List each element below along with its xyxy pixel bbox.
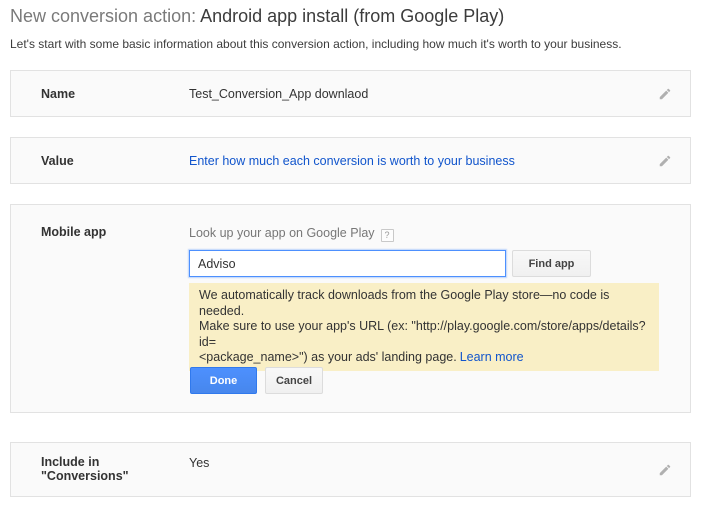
done-button[interactable]: Done xyxy=(190,367,257,394)
cancel-button[interactable]: Cancel xyxy=(265,367,323,394)
name-label: Name xyxy=(41,87,75,101)
edit-pencil-icon[interactable] xyxy=(658,87,672,101)
app-search-input[interactable] xyxy=(189,250,506,277)
value-section: Value Enter how much each conversion is … xyxy=(10,137,691,184)
page-title-prefix: New conversion action: xyxy=(10,6,200,26)
edit-pencil-icon[interactable] xyxy=(658,463,672,477)
name-section: Name Test_Conversion_App downlaod xyxy=(10,70,691,117)
mobile-app-section: Mobile app Look up your app on Google Pl… xyxy=(10,204,691,413)
value-enter-link[interactable]: Enter how much each conversion is worth … xyxy=(189,154,515,168)
page-title-main: Android app install (from Google Play) xyxy=(200,6,504,26)
value-label: Value xyxy=(41,154,74,168)
name-value: Test_Conversion_App downlaod xyxy=(189,87,368,101)
include-in-conversions-section: Include in "Conversions" Yes xyxy=(10,442,691,497)
include-in-conversions-label: Include in "Conversions" xyxy=(41,456,129,483)
learn-more-link[interactable]: Learn more xyxy=(460,350,524,364)
mobile-app-label: Mobile app xyxy=(41,225,106,239)
page-subtitle: Let's start with some basic information … xyxy=(10,37,622,51)
notice-line-3: <package_name>") as your ads' landing pa… xyxy=(199,350,457,364)
find-app-button[interactable]: Find app xyxy=(512,250,591,277)
notice-line-1: We automatically track downloads from th… xyxy=(199,288,649,319)
new-conversion-action-page: New conversion action: Android app insta… xyxy=(0,0,701,505)
help-icon[interactable]: ? xyxy=(381,229,394,242)
notice-line-2: Make sure to use your app's URL (ex: "ht… xyxy=(199,319,649,350)
edit-pencil-icon[interactable] xyxy=(658,154,672,168)
lookup-app-label: Look up your app on Google Play? xyxy=(189,226,394,242)
page-title: New conversion action: Android app insta… xyxy=(10,6,504,27)
tracking-notice: We automatically track downloads from th… xyxy=(189,283,659,371)
include-in-conversions-value: Yes xyxy=(189,456,209,470)
